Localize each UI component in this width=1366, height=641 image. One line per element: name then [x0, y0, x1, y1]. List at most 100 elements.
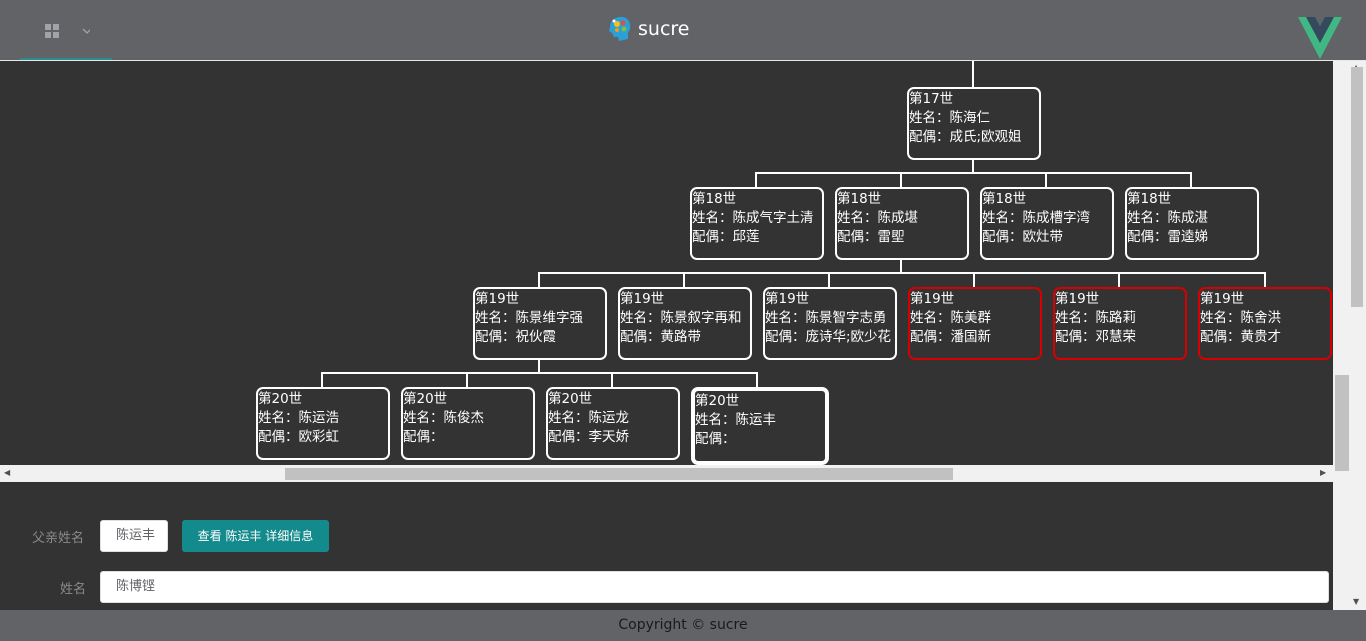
- name-input[interactable]: 陈博铿: [100, 571, 1329, 603]
- tree-connector: [1118, 272, 1120, 287]
- tree-node-gen20-selected[interactable]: 第20世 姓名：陈运丰 配偶：: [691, 387, 829, 465]
- tree-node-gen19-female[interactable]: 第19世 姓名：陈舍洪 配偶：黄贵才: [1198, 287, 1332, 360]
- tree-connector: [683, 272, 685, 287]
- node-spouse: 配偶：欧灶带: [982, 229, 1063, 245]
- tree-node-gen20[interactable]: 第20世 姓名：陈运龙 配偶：李天娇: [546, 387, 680, 460]
- node-name: 姓名：陈运丰: [695, 412, 776, 428]
- name-label: 姓名: [60, 582, 87, 597]
- tree-connector: [900, 258, 902, 272]
- view-father-detail-button[interactable]: 查看 陈运丰 详细信息: [182, 520, 329, 552]
- node-name: 姓名：陈运龙: [548, 410, 629, 426]
- node-spouse: 配偶：: [403, 429, 444, 445]
- node-spouse: 配偶：祝伙霞: [475, 329, 556, 345]
- tree-connector: [538, 272, 540, 287]
- node-name: 姓名：陈景叙字再和: [620, 310, 742, 326]
- node-spouse: 配偶：黄路带: [620, 329, 701, 345]
- node-spouse: 配偶：雷堲: [837, 229, 905, 245]
- vertical-scrollbar[interactable]: ▲ ▼: [1333, 61, 1366, 611]
- scroll-left-icon[interactable]: ◀: [4, 468, 10, 477]
- brand-head-icon: [609, 16, 631, 41]
- tree-connector: [538, 272, 1266, 274]
- tree-connector: [1190, 172, 1192, 187]
- node-name: 姓名：陈景维字强: [475, 310, 583, 326]
- tree-node-gen20[interactable]: 第20世 姓名：陈俊杰 配偶：: [401, 387, 535, 460]
- tree-connector: [900, 172, 902, 187]
- node-name: 姓名：陈成湛: [1127, 210, 1208, 226]
- node-spouse: 配偶：成氏;欧观姐: [909, 129, 1022, 145]
- node-name: 姓名：陈海仁: [909, 110, 990, 126]
- tree-connector: [755, 172, 757, 187]
- node-name: 姓名：陈成堪: [837, 210, 918, 226]
- tree-connector: [321, 372, 323, 387]
- father-name-label: 父亲姓名: [32, 531, 85, 546]
- node-generation: 第18世: [692, 191, 737, 207]
- node-generation: 第19世: [1200, 291, 1245, 307]
- node-spouse: 配偶：李天娇: [548, 429, 629, 445]
- tree-connector: [321, 372, 758, 374]
- tree-node-gen18[interactable]: 第18世 姓名：陈成湛 配偶：雷逵娣: [1125, 187, 1259, 260]
- node-spouse: 配偶：庞诗华;欧少花: [765, 329, 892, 345]
- brand-name: sucre: [638, 18, 690, 40]
- horizontal-scroll-thumb[interactable]: [285, 468, 953, 480]
- tree-connector: [466, 372, 468, 387]
- family-tree-canvas[interactable]: 第17世 姓名：陈海仁 配偶：成氏;欧观姐 第18世 姓名：陈成气字土清 配偶：…: [0, 61, 1333, 465]
- copyright-text: Copyright © sucre: [618, 617, 748, 633]
- tree-connector: [1264, 272, 1266, 287]
- vue-logo-icon: [1298, 17, 1342, 59]
- node-name: 姓名：陈俊杰: [403, 410, 484, 426]
- node-generation: 第18世: [837, 191, 882, 207]
- tree-node-gen18[interactable]: 第18世 姓名：陈成堪 配偶：雷堲: [835, 187, 969, 260]
- node-name: 姓名：陈景智字志勇: [765, 310, 887, 326]
- scroll-down-icon[interactable]: ▼: [1353, 597, 1359, 606]
- horizontal-scrollbar[interactable]: ◀ ▶: [0, 465, 1333, 482]
- node-spouse: 配偶：黄贵才: [1200, 329, 1281, 345]
- node-name: 姓名：陈运浩: [258, 410, 339, 426]
- tree-connector: [972, 158, 974, 172]
- node-generation: 第18世: [982, 191, 1027, 207]
- father-name-field[interactable]: 陈运丰: [100, 520, 168, 552]
- node-generation: 第20世: [548, 391, 593, 407]
- tree-scroll-thumb[interactable]: [1335, 375, 1349, 471]
- top-navbar: sucre: [0, 0, 1366, 61]
- tree-node-gen18[interactable]: 第18世 姓名：陈成槽字湾 配偶：欧灶带: [980, 187, 1114, 260]
- node-spouse: 配偶：雷逵娣: [1127, 229, 1208, 245]
- menu-toggle-button[interactable]: [40, 18, 92, 44]
- tree-node-gen17[interactable]: 第17世 姓名：陈海仁 配偶：成氏;欧观姐: [907, 87, 1041, 160]
- node-generation: 第17世: [909, 91, 954, 107]
- node-name: 姓名：陈美群: [910, 310, 991, 326]
- node-generation: 第19世: [910, 291, 955, 307]
- grid-icon: [45, 24, 92, 38]
- node-spouse: 配偶：欧彩虹: [258, 429, 339, 445]
- tree-node-gen19-female[interactable]: 第19世 姓名：陈路莉 配偶：邓慧荣: [1053, 287, 1187, 360]
- tree-node-gen19[interactable]: 第19世 姓名：陈景智字志勇 配偶：庞诗华;欧少花: [763, 287, 897, 360]
- tree-node-gen18[interactable]: 第18世 姓名：陈成气字土清 配偶：邱莲: [690, 187, 824, 260]
- brand-logo[interactable]: sucre: [606, 14, 689, 44]
- tree-connector: [828, 272, 830, 287]
- tree-node-gen20[interactable]: 第20世 姓名：陈运浩 配偶：欧彩虹: [256, 387, 390, 460]
- node-name: 姓名：陈舍洪: [1200, 310, 1281, 326]
- tree-node-gen19-female[interactable]: 第19世 姓名：陈美群 配偶：潘国新: [908, 287, 1042, 360]
- node-spouse: 配偶：: [695, 431, 736, 447]
- tree-connector: [756, 372, 758, 387]
- node-generation: 第19世: [475, 291, 520, 307]
- tree-node-gen19[interactable]: 第19世 姓名：陈景叙字再和 配偶：黄路带: [618, 287, 752, 360]
- tree-connector: [1045, 172, 1047, 187]
- node-generation: 第19世: [765, 291, 810, 307]
- scroll-right-icon[interactable]: ▶: [1320, 468, 1326, 477]
- node-spouse: 配偶：邓慧荣: [1055, 329, 1136, 345]
- node-generation: 第20世: [258, 391, 303, 407]
- tree-connector: [972, 61, 974, 88]
- node-spouse: 配偶：邱莲: [692, 229, 760, 245]
- node-generation: 第18世: [1127, 191, 1172, 207]
- node-name: 姓名：陈成气字土清: [692, 210, 814, 226]
- tree-node-gen19[interactable]: 第19世 姓名：陈景维字强 配偶：祝伙霞: [473, 287, 607, 360]
- node-generation: 第19世: [1055, 291, 1100, 307]
- node-name: 姓名：陈成槽字湾: [982, 210, 1090, 226]
- tree-connector: [755, 172, 1192, 174]
- tree-connector: [611, 372, 613, 387]
- page-scroll-thumb[interactable]: [1351, 67, 1363, 307]
- chevron-down-icon: [82, 28, 92, 34]
- tree-connector: [973, 272, 975, 287]
- node-generation: 第19世: [620, 291, 665, 307]
- node-generation: 第20世: [695, 393, 740, 409]
